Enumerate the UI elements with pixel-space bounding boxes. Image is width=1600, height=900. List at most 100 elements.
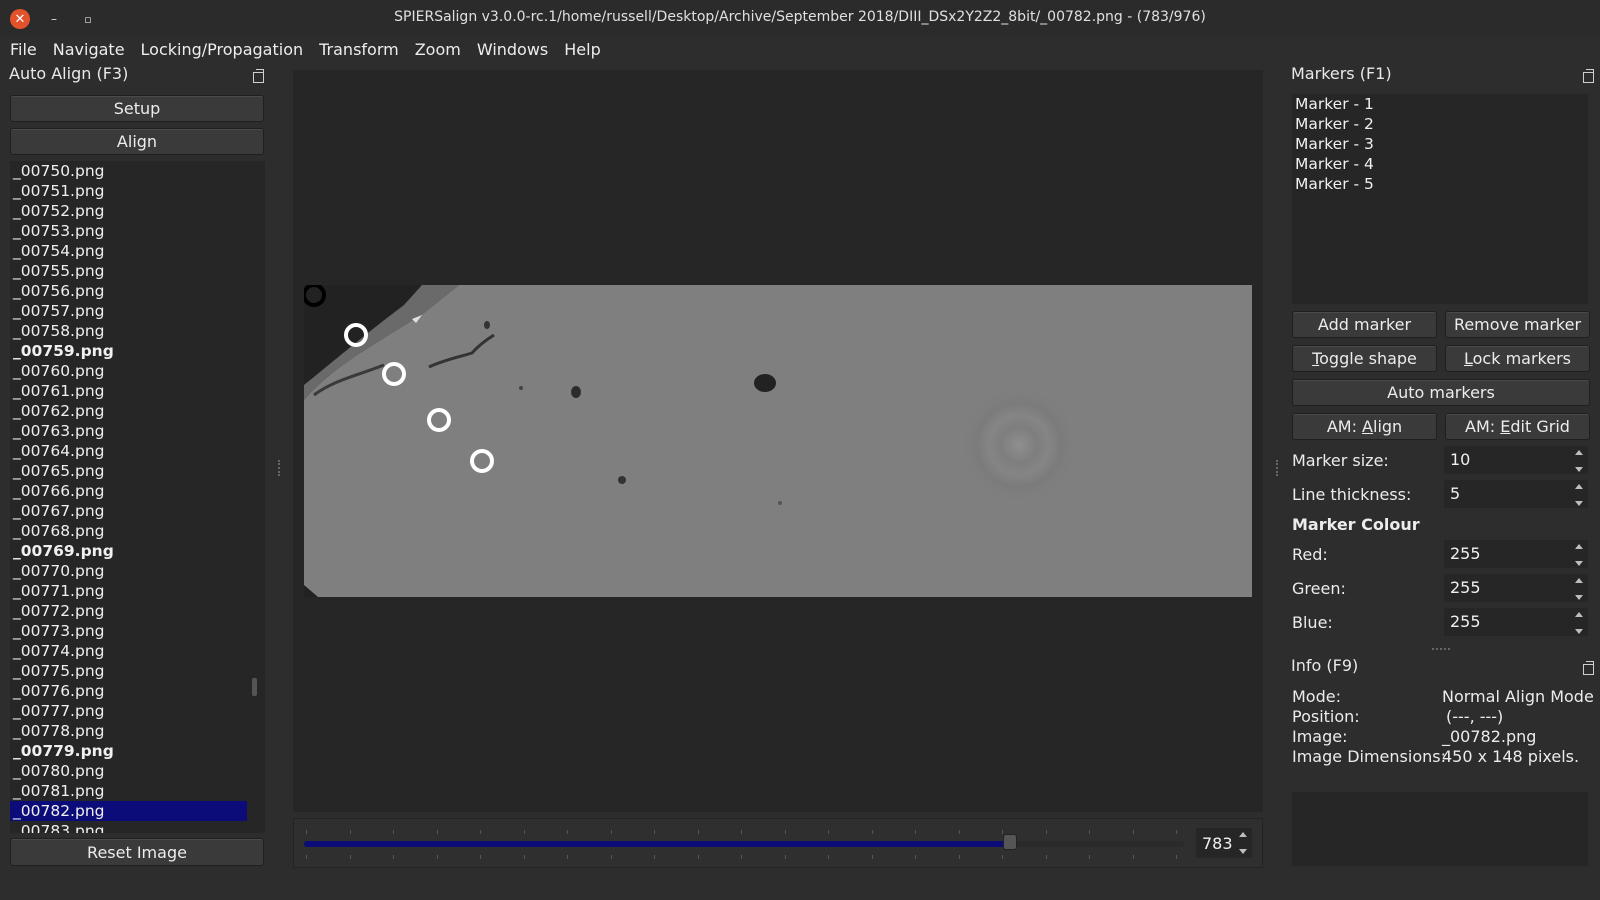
- frame-spinbox[interactable]: 783: [1196, 828, 1252, 858]
- menu-transform[interactable]: Transform: [311, 37, 407, 64]
- file-list-item[interactable]: _00774.png: [10, 641, 265, 661]
- slider-tick: [1045, 855, 1047, 859]
- slider-tick: [436, 830, 438, 834]
- lock-markers-button[interactable]: Lock markers: [1445, 345, 1590, 372]
- spin-arrows-icon[interactable]: [1574, 578, 1584, 600]
- file-list-item[interactable]: _00779.png: [10, 741, 265, 761]
- dock-splitter-handle[interactable]: [1432, 648, 1450, 650]
- marker-list-item[interactable]: Marker - 3: [1292, 134, 1588, 154]
- file-list-item[interactable]: _00750.png: [10, 161, 265, 181]
- spin-arrows-icon[interactable]: [1574, 544, 1584, 566]
- auto-markers-button[interactable]: Auto markers: [1292, 379, 1590, 406]
- slider-tick: [436, 855, 438, 859]
- slider-tick: [915, 855, 916, 859]
- file-list-item[interactable]: _00783.png: [10, 821, 265, 833]
- file-list-item[interactable]: _00770.png: [10, 561, 265, 581]
- file-list-item[interactable]: _00772.png: [10, 601, 265, 621]
- blue-label: Blue:: [1292, 613, 1333, 632]
- file-list-item[interactable]: _00760.png: [10, 361, 265, 381]
- slice-slider-handle[interactable]: [1002, 834, 1017, 850]
- remove-marker-button[interactable]: Remove marker: [1445, 311, 1590, 338]
- slider-tick: [871, 855, 873, 859]
- red-spinbox[interactable]: 255: [1444, 540, 1588, 568]
- float-dock-icon[interactable]: [253, 69, 264, 83]
- file-list-item[interactable]: _00773.png: [10, 621, 265, 641]
- marker-list-item[interactable]: Marker - 5: [1292, 174, 1588, 194]
- file-list-item[interactable]: _00780.png: [10, 761, 265, 781]
- file-list-item[interactable]: _00769.png: [10, 541, 265, 561]
- slider-tick: [1132, 855, 1134, 859]
- file-list-item[interactable]: _00751.png: [10, 181, 265, 201]
- file-list-item[interactable]: _00777.png: [10, 701, 265, 721]
- file-list[interactable]: _00750.png _00751.png _00752.png _00753.png…: [10, 161, 265, 833]
- marker-list-item[interactable]: Marker - 4: [1292, 154, 1588, 174]
- setup-button[interactable]: Setup: [10, 95, 264, 122]
- file-list-item[interactable]: _00776.png: [10, 681, 265, 701]
- file-list-item[interactable]: _00755.png: [10, 261, 265, 281]
- align-button[interactable]: Align: [10, 128, 264, 155]
- file-list-item[interactable]: _00781.png: [10, 781, 265, 801]
- file-list-item[interactable]: _00761.png: [10, 381, 265, 401]
- right-splitter-handle[interactable]: [1276, 460, 1278, 476]
- menu-locking-propagation[interactable]: Locking/Propagation: [133, 37, 312, 64]
- slider-tick: [1176, 830, 1177, 834]
- file-list-item[interactable]: _00756.png: [10, 281, 265, 301]
- frame-spin-arrows[interactable]: [1238, 832, 1248, 854]
- menu-windows[interactable]: Windows: [469, 37, 556, 64]
- info-extra-panel: [1292, 792, 1588, 866]
- line-thickness-spinbox[interactable]: 5: [1444, 480, 1588, 508]
- menu-help[interactable]: Help: [556, 37, 608, 64]
- file-list-item[interactable]: _00763.png: [10, 421, 265, 441]
- image-canvas[interactable]: [293, 70, 1263, 812]
- float-dock-icon[interactable]: [1583, 661, 1594, 675]
- file-list-item[interactable]: _00758.png: [10, 321, 265, 341]
- slider-tick: [610, 855, 612, 859]
- green-spinbox[interactable]: 255: [1444, 574, 1588, 602]
- reset-image-button[interactable]: Reset Image: [10, 838, 264, 866]
- marker-list-item[interactable]: Marker - 2: [1292, 114, 1588, 134]
- file-list-item[interactable]: _00757.png: [10, 301, 265, 321]
- marker-size-spinbox[interactable]: 10: [1444, 446, 1588, 474]
- float-dock-icon[interactable]: [1583, 69, 1594, 83]
- slider-tick: [1089, 855, 1090, 859]
- file-list-item[interactable]: _00762.png: [10, 401, 265, 421]
- slider-tick: [567, 830, 568, 834]
- blue-spinbox[interactable]: 255: [1444, 608, 1588, 636]
- file-list-item[interactable]: _00759.png: [10, 341, 265, 361]
- slider-tick: [871, 830, 873, 834]
- am-align-button[interactable]: AM: Align: [1292, 413, 1437, 440]
- am-edit-grid-button[interactable]: AM: Edit Grid: [1445, 413, 1590, 440]
- file-list-item[interactable]: _00775.png: [10, 661, 265, 681]
- file-list-scrollbar[interactable]: [252, 678, 257, 696]
- file-list-item[interactable]: _00754.png: [10, 241, 265, 261]
- file-list-item[interactable]: _00764.png: [10, 441, 265, 461]
- file-list-item[interactable]: _00771.png: [10, 581, 265, 601]
- markers-title: Markers (F1): [1291, 64, 1392, 83]
- slider-tick: [567, 855, 568, 859]
- file-list-item[interactable]: _00782.png: [10, 801, 247, 821]
- slice-slider-track[interactable]: [304, 841, 1184, 847]
- spin-arrows-icon[interactable]: [1574, 484, 1584, 506]
- menu-zoom[interactable]: Zoom: [407, 37, 469, 64]
- menu-file[interactable]: File: [2, 37, 45, 64]
- file-list-item[interactable]: _00765.png: [10, 461, 265, 481]
- menu-navigate[interactable]: Navigate: [45, 37, 133, 64]
- file-list-item[interactable]: _00767.png: [10, 501, 265, 521]
- dims-value: 450 x 148 pixels.: [1442, 747, 1580, 766]
- spin-arrows-icon[interactable]: [1574, 450, 1584, 472]
- slider-tick: [958, 830, 960, 834]
- file-list-item[interactable]: _00778.png: [10, 721, 265, 741]
- file-list-item[interactable]: _00753.png: [10, 221, 265, 241]
- add-marker-button[interactable]: Add marker: [1292, 311, 1437, 338]
- markers-list[interactable]: Marker - 1 Marker - 2 Marker - 3 Marker - 4…: [1292, 94, 1588, 304]
- slider-tick: [915, 830, 916, 834]
- slider-tick: [697, 830, 699, 834]
- file-list-item[interactable]: _00768.png: [10, 521, 265, 541]
- file-list-item[interactable]: _00752.png: [10, 201, 265, 221]
- file-list-item[interactable]: _00766.png: [10, 481, 265, 501]
- marker-list-item[interactable]: Marker - 1: [1292, 94, 1588, 114]
- spin-arrows-icon[interactable]: [1574, 612, 1584, 634]
- toggle-shape-button[interactable]: Toggle shape: [1292, 345, 1437, 372]
- left-splitter-handle[interactable]: [278, 460, 280, 476]
- red-label: Red:: [1292, 545, 1328, 564]
